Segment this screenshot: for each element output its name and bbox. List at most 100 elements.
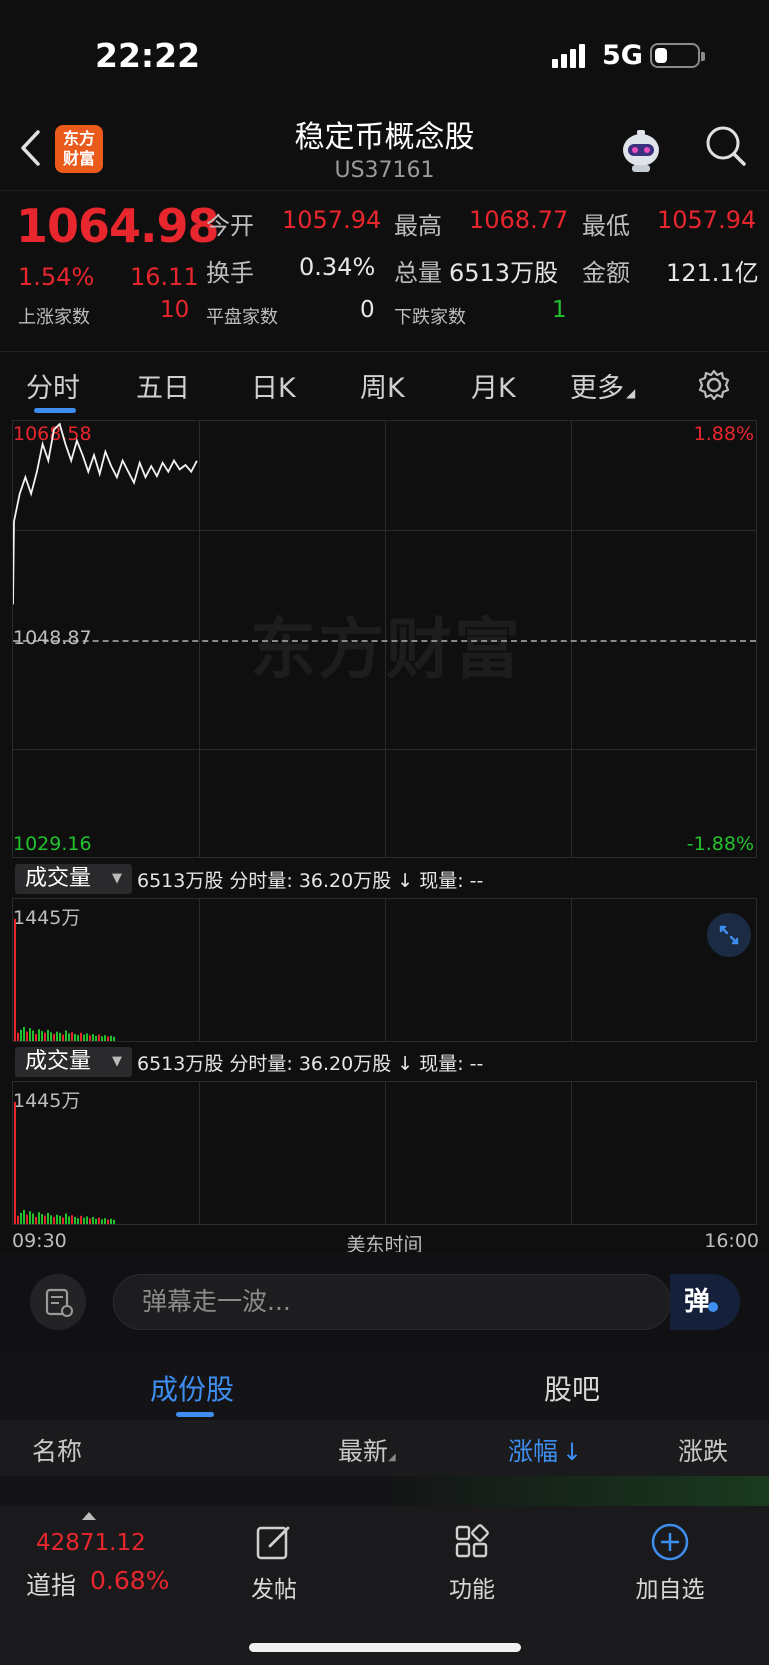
volume-chart-2[interactable]: 1445万 — [12, 1081, 757, 1225]
low-label: 最低 — [582, 212, 630, 240]
indicator-selector-1[interactable]: 成交量 ▼ — [15, 864, 132, 894]
turnover-value: 0.34% — [299, 253, 376, 281]
sort-icon: ◢ — [388, 1452, 396, 1463]
dow-index-value[interactable]: 42871.12 — [36, 1530, 146, 1556]
tab-daily-k[interactable]: 日K — [251, 366, 296, 405]
post-button[interactable]: 发帖 — [214, 1522, 334, 1604]
tab-forum[interactable]: 股吧 — [544, 1368, 600, 1408]
volume-bar — [83, 1217, 85, 1224]
dropdown-icon: ▼ — [112, 871, 122, 886]
quote-panel: 1064.98 1.54% 16.11 今开 1057.94 最高 1068.7… — [0, 190, 769, 352]
open-label: 今开 — [206, 212, 254, 240]
list-row-partial[interactable] — [0, 1476, 769, 1506]
clock: 22:22 — [95, 36, 201, 75]
volume-bar — [98, 1034, 100, 1041]
volume-bar — [89, 1218, 91, 1224]
edit-icon — [256, 1526, 290, 1560]
volume-bar — [92, 1217, 94, 1224]
tab-monthly-k[interactable]: 月K — [471, 366, 516, 405]
expand-icon[interactable] — [707, 913, 751, 957]
volume-bar — [41, 1031, 43, 1041]
component-tabs: 成份股 股吧 — [0, 1352, 769, 1420]
tab-weekly-k[interactable]: 周K — [360, 366, 405, 405]
volume-bar — [32, 1030, 34, 1041]
network-type: 5G — [602, 40, 643, 71]
check-icon — [708, 1302, 719, 1312]
eastmoney-logo[interactable]: 东方 财富 — [55, 125, 103, 173]
danmaku-bar: 弹幕走一波... 弹 — [0, 1252, 769, 1352]
up-count: 10 — [160, 297, 190, 323]
volume-bars-svg-2 — [14, 1102, 115, 1224]
volume-header-2: 成交量 ▼ 6513万股 分时量: 36.20万股 ↓ 现量: -- — [12, 1046, 757, 1077]
volume-bar — [95, 1035, 97, 1041]
volume-chart-1[interactable]: 1445万 — [12, 898, 757, 1042]
volume-bar — [74, 1217, 76, 1224]
search-icon[interactable] — [704, 124, 748, 172]
back-icon[interactable] — [18, 128, 44, 178]
tab-five-day[interactable]: 五日 — [136, 366, 190, 405]
price-line — [13, 422, 198, 605]
volume-bar — [86, 1216, 88, 1224]
bottom-tab-bar: 42871.12 道指 0.68% 发帖 功能 加自选 — [0, 1506, 769, 1665]
volume-bar — [83, 1034, 85, 1041]
column-change-pct[interactable]: 涨幅 ↓ — [508, 1432, 582, 1468]
volume-bar — [23, 1027, 25, 1041]
xaxis-end: 16:00 — [704, 1230, 759, 1252]
volume-bar — [77, 1035, 79, 1041]
subtab-indicator — [176, 1412, 214, 1417]
volume-bar — [80, 1215, 82, 1224]
status-bar: 22:22 5G — [0, 0, 769, 100]
dow-index-name[interactable]: 道指 — [26, 1566, 76, 1602]
volume-summary-2: 6513万股 分时量: 36.20万股 ↓ 现量: -- — [137, 1053, 484, 1075]
volume-bar — [68, 1033, 70, 1041]
volume-bar — [53, 1034, 55, 1041]
home-indicator — [249, 1643, 521, 1652]
volume-bar — [47, 1212, 49, 1224]
volume-bar — [98, 1217, 100, 1224]
volume-bar — [17, 1032, 19, 1041]
column-latest[interactable]: 最新◢ — [338, 1432, 396, 1468]
volume-bar — [113, 1036, 115, 1041]
functions-button[interactable]: 功能 — [412, 1522, 532, 1604]
volume-bar — [104, 1218, 106, 1224]
expand-up-icon[interactable] — [82, 1512, 96, 1520]
volume-bar — [53, 1217, 55, 1224]
volume-bar — [50, 1032, 52, 1041]
tab-intraday[interactable]: 分时 — [26, 366, 80, 405]
volume-label: 总量 — [394, 259, 442, 287]
volume-bars-svg-1 — [14, 919, 115, 1041]
robot-assistant-icon[interactable] — [617, 128, 665, 174]
column-change[interactable]: 涨跌 — [678, 1432, 728, 1468]
volume-bar — [59, 1215, 61, 1224]
volume-bar — [95, 1218, 97, 1224]
indicator-selector-2[interactable]: 成交量 ▼ — [15, 1047, 132, 1077]
volume-bar — [104, 1035, 106, 1041]
change-percent: 1.54% — [18, 263, 95, 291]
signal-icon — [552, 44, 588, 68]
volume-bar — [107, 1036, 109, 1041]
column-name[interactable]: 名称 — [32, 1432, 82, 1468]
nav-bar: 稳定币概念股 US37161 东方 财富 — [0, 100, 769, 190]
danmaku-settings-icon[interactable] — [30, 1274, 86, 1330]
volume-summary-1: 6513万股 分时量: 36.20万股 ↓ 现量: -- — [137, 870, 484, 892]
danmaku-input[interactable]: 弹幕走一波... — [113, 1274, 671, 1330]
sort-desc-icon: ↓ — [562, 1438, 583, 1466]
tab-components[interactable]: 成份股 — [150, 1368, 234, 1408]
tab-more[interactable]: 更多 ◢ — [570, 366, 635, 405]
volume-bar — [23, 1210, 25, 1224]
price-chart[interactable]: 1068.58 1.88% 1048.87 1029.16 -1.88% — [12, 420, 757, 858]
volume-bar — [101, 1036, 103, 1041]
flat-count-label: 平盘家数 — [206, 307, 278, 328]
period-tabs: 分时 五日 日K 周K 月K 更多 ◢ — [0, 352, 769, 418]
add-watchlist-button[interactable]: 加自选 — [610, 1522, 730, 1604]
down-count-label: 下跌家数 — [394, 307, 466, 328]
amount-value: 121.1亿 — [666, 259, 759, 287]
danmaku-send-button[interactable]: 弹 — [670, 1274, 740, 1330]
settings-icon[interactable] — [697, 368, 731, 406]
volume-bar — [56, 1214, 58, 1224]
caret-icon: ◢ — [626, 386, 636, 400]
volume-value: 6513万股 — [449, 259, 559, 287]
dow-index-pct[interactable]: 0.68% — [90, 1566, 169, 1595]
volume-bar — [71, 1215, 73, 1224]
volume-bar — [26, 1031, 28, 1041]
